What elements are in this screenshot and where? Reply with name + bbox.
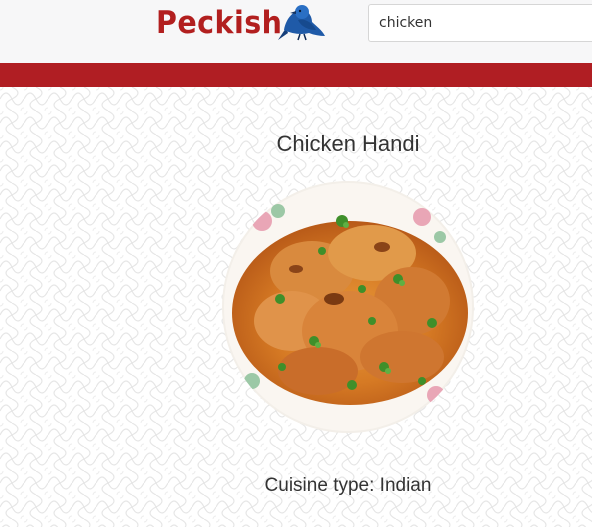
search-input[interactable] xyxy=(368,4,592,42)
recipe-title: Chicken Handi xyxy=(276,131,420,156)
bird-logo-icon[interactable] xyxy=(276,2,326,42)
header: Peckish xyxy=(0,0,592,63)
cuisine-type: Cuisine type: Indian xyxy=(264,475,432,496)
logo-text[interactable]: Peckish xyxy=(156,5,282,41)
recipe-section: Chicken Handi Cuisine type: Indian xyxy=(0,87,592,527)
nav-bar xyxy=(0,63,592,87)
chicken-dish-photo-icon xyxy=(222,181,474,433)
recipe-image[interactable] xyxy=(222,181,474,433)
